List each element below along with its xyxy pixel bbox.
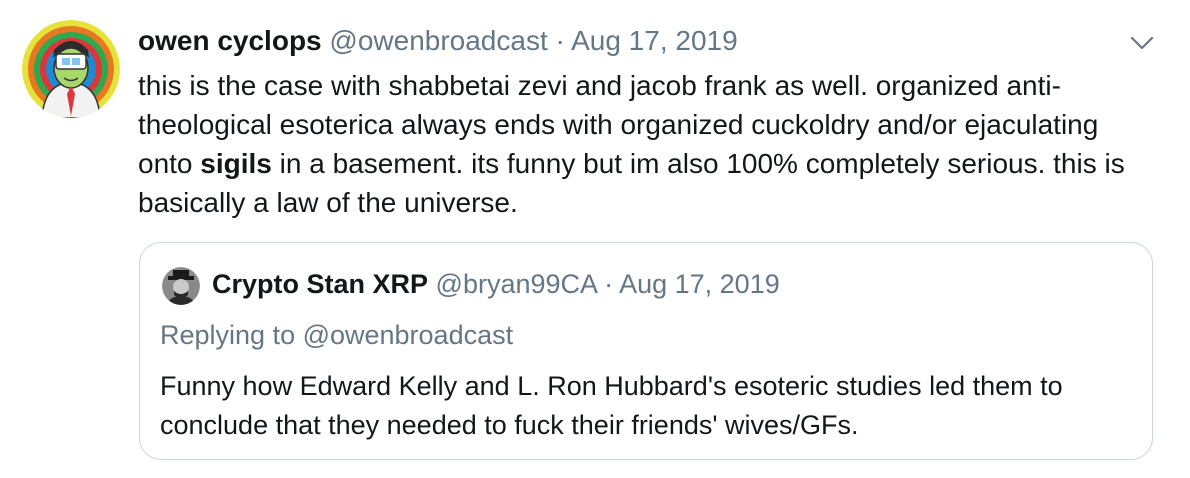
tweet-text-part2: in a basement. its funny but im also 100… xyxy=(138,148,1125,218)
quoted-avatar[interactable] xyxy=(162,267,200,305)
tweet-text-bold: sigils xyxy=(200,148,272,179)
display-name[interactable]: owen cyclops xyxy=(138,25,322,56)
separator: · xyxy=(555,25,565,56)
quoted-timestamp[interactable]: Aug 17, 2019 xyxy=(619,269,780,299)
tweet-header: owen cyclops @owenbroadcast · Aug 17, 20… xyxy=(138,22,738,60)
quoted-header: Crypto Stan XRP @bryan99CA · Aug 17, 201… xyxy=(212,265,780,303)
chevron-down-icon[interactable] xyxy=(1127,28,1157,58)
quoted-tweet[interactable]: Crypto Stan XRP @bryan99CA · Aug 17, 201… xyxy=(139,242,1153,460)
tweet-text: this is the case with shabbetai zevi and… xyxy=(138,66,1148,222)
quoted-display-name[interactable]: Crypto Stan XRP xyxy=(212,269,428,299)
quoted-tweet-text: Funny how Edward Kelly and L. Ron Hubbar… xyxy=(160,371,1063,440)
replying-to[interactable]: Replying to @owenbroadcast xyxy=(160,316,513,354)
timestamp[interactable]: Aug 17, 2019 xyxy=(571,25,738,56)
handle[interactable]: @owenbroadcast xyxy=(329,25,547,56)
quoted-handle[interactable]: @bryan99CA xyxy=(436,269,597,299)
tweet: owen cyclops @owenbroadcast · Aug 17, 20… xyxy=(0,0,1190,478)
quoted-separator: · xyxy=(604,269,614,299)
avatar[interactable] xyxy=(22,20,120,118)
